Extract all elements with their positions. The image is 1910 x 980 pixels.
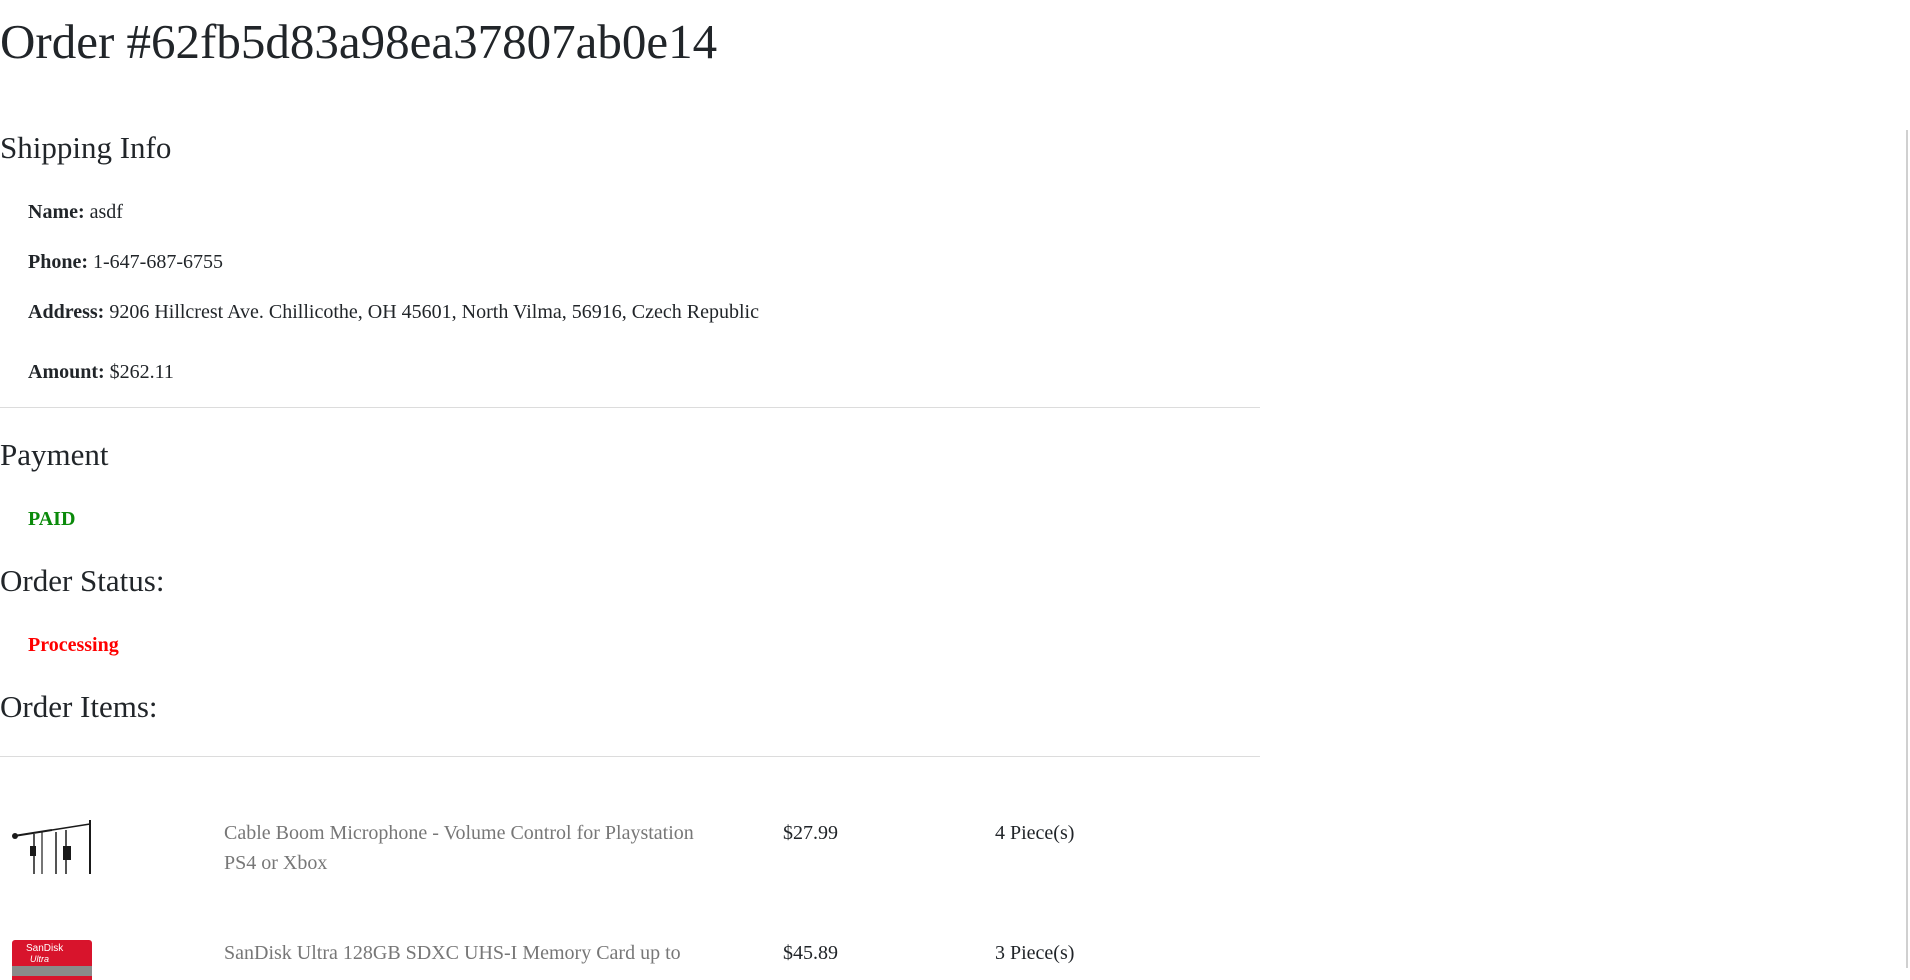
boom-microphone-icon — [12, 818, 92, 874]
shipping-phone-value: 1-647-687-6755 — [93, 251, 223, 273]
order-item-name[interactable]: Cable Boom Microphone - Volume Control f… — [224, 818, 724, 878]
order-amount-value: $262.11 — [109, 361, 174, 383]
order-amount-label: Amount: — [28, 361, 105, 383]
order-item-quantity: 4 Piece(s) — [995, 822, 1075, 844]
shipping-address-label: Address: — [28, 301, 105, 323]
sandisk-sub-text: Ultra — [30, 954, 50, 964]
payment-heading: Payment — [0, 437, 109, 472]
order-item-price: $45.89 — [783, 942, 838, 964]
shipping-name-value: asdf — [89, 201, 123, 223]
shipping-name-row: Name: asdf — [28, 200, 123, 224]
scrollbar-thumb[interactable] — [1906, 130, 1908, 968]
order-item-quantity: 3 Piece(s) — [995, 942, 1075, 964]
order-item-row: SanDisk Ultra SanDisk Ultra 128GB SDXC U… — [0, 938, 1260, 980]
payment-status-row: PAID — [28, 507, 75, 531]
sandisk-card-graphic: SanDisk Ultra — [12, 940, 92, 980]
shipping-phone-row: Phone: 1-647-687-6755 — [28, 250, 223, 274]
order-item-name[interactable]: SanDisk Ultra 128GB SDXC UHS-I Memory Ca… — [224, 938, 724, 968]
shipping-name-label: Name: — [28, 201, 85, 223]
page-scrollbar[interactable] — [1896, 0, 1910, 968]
order-status-badge: Processing — [28, 634, 119, 656]
order-status-heading: Order Status: — [0, 563, 165, 598]
page-title: Order #62fb5d83a98ea37807ab0e14 — [0, 14, 718, 69]
order-item-row: Cable Boom Microphone - Volume Control f… — [0, 818, 1260, 882]
sandisk-brand-text: SanDisk — [26, 943, 64, 954]
sandisk-card-icon: SanDisk Ultra — [12, 940, 92, 980]
shipping-phone-label: Phone: — [28, 251, 88, 273]
order-items-heading: Order Items: — [0, 689, 158, 724]
shipping-address-value: 9206 Hillcrest Ave. Chillicothe, OH 4560… — [109, 301, 759, 323]
order-status-row: Processing — [28, 633, 119, 657]
divider — [0, 756, 1260, 757]
order-item-price: $27.99 — [783, 822, 838, 844]
shipping-address-row: Address: 9206 Hillcrest Ave. Chillicothe… — [28, 300, 759, 324]
shipping-heading: Shipping Info — [0, 130, 172, 165]
order-amount-row: Amount: $262.11 — [28, 360, 174, 384]
payment-status-badge: PAID — [28, 508, 76, 530]
divider — [0, 407, 1260, 408]
